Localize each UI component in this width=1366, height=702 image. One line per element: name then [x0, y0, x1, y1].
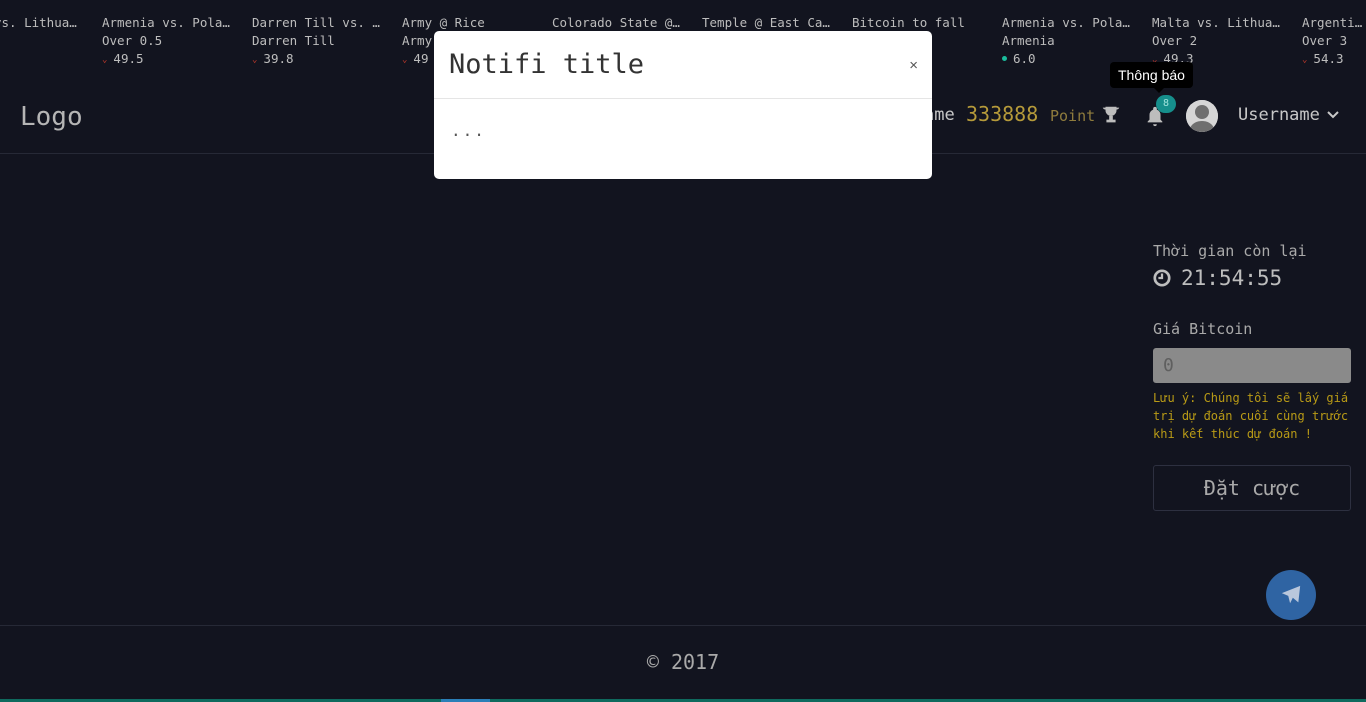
modal-body: ... — [451, 121, 486, 140]
modal-title: Notifi title — [449, 49, 645, 80]
notification-modal: Notifi title × ... — [434, 31, 932, 179]
modal-overlay: Notifi title × ... — [0, 0, 1366, 702]
modal-header: Notifi title × — [434, 31, 932, 99]
close-icon[interactable]: × — [909, 57, 918, 74]
